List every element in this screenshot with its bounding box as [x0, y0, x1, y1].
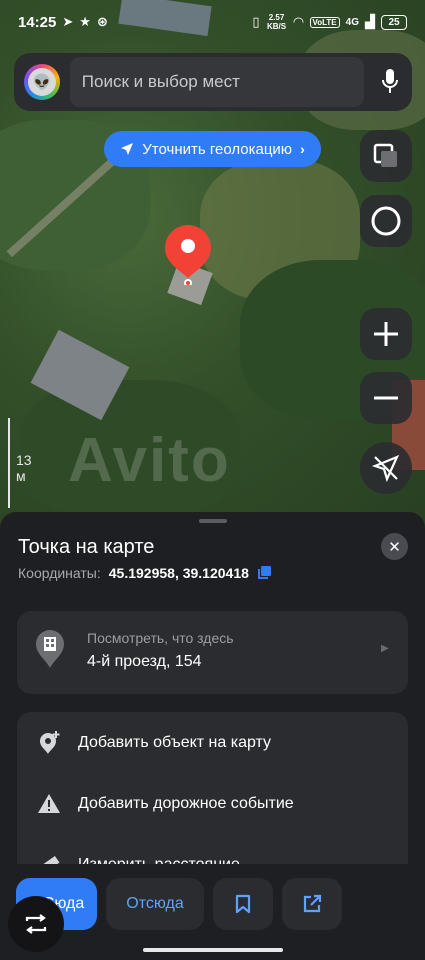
net-speed: 2.57 KB/S — [266, 13, 287, 31]
building-pin-icon — [36, 630, 64, 668]
alice-assistant-button[interactable] — [360, 195, 412, 247]
whats-here-label: Посмотреть, что здесь — [87, 630, 234, 646]
home-indicator[interactable] — [143, 948, 283, 952]
bookmark-button[interactable] — [213, 878, 273, 930]
signal-4g: 4G — [345, 16, 359, 28]
add-road-event-item[interactable]: Добавить дорожное событие — [17, 774, 408, 834]
share-button[interactable] — [282, 878, 342, 930]
coordinates-row: Координаты: 45.192958, 39.120418 — [18, 565, 271, 581]
route-from-button[interactable]: Отсюда — [106, 878, 204, 930]
bookmark-icon — [235, 894, 251, 914]
location-off-icon — [372, 454, 400, 482]
star-icon: ★ — [79, 14, 91, 29]
search-input[interactable]: Поиск и выбор мест — [69, 57, 365, 107]
navigation-arrow-icon — [121, 143, 134, 155]
status-time: 14:25 — [18, 13, 57, 31]
microphone-icon[interactable] — [378, 67, 402, 97]
alice-icon — [371, 206, 401, 236]
refine-geolocation-button[interactable]: Уточнить геолокацию › — [104, 131, 321, 167]
map-point-pin[interactable] — [163, 223, 213, 287]
alien-avatar-icon: 👽 — [27, 68, 56, 96]
plus-icon — [374, 322, 398, 346]
wifi-icon: ◠ — [293, 14, 304, 29]
warning-icon — [38, 794, 60, 813]
search-bar[interactable]: 👽 Поиск и выбор мест — [14, 53, 412, 111]
close-button[interactable]: ✕ — [381, 533, 408, 560]
route-action-bar: Сюда Отсюда — [0, 864, 425, 960]
scale-label: 13 м — [16, 452, 32, 484]
sheet-title: Точка на карте — [18, 536, 155, 558]
vibrate-icon: ▯ — [252, 14, 260, 29]
coordinates-value[interactable]: 45.192958, 39.120418 — [109, 565, 249, 581]
coordinates-label: Координаты: — [18, 565, 101, 581]
avito-watermark: Avito — [68, 426, 231, 495]
repeat-icon — [25, 914, 47, 934]
volte-badge: VoLTE — [309, 16, 340, 28]
add-object-item[interactable]: Добавить объект на карту — [17, 713, 408, 773]
add-road-event-label: Добавить дорожное событие — [78, 795, 294, 812]
refine-geolocation-label: Уточнить геолокацию — [142, 140, 293, 158]
minus-icon — [374, 396, 398, 400]
swap-overlay-button[interactable] — [8, 896, 64, 952]
sheet-drag-handle[interactable] — [199, 519, 227, 523]
status-bar: 14:25 ➤ ★ ⊛ ▯ 2.57 KB/S ◠ VoLTE 4G ▟ 25 — [0, 0, 425, 44]
close-icon: ✕ — [388, 538, 401, 556]
app-notification-icon: ⊛ — [96, 14, 108, 29]
layers-icon — [373, 143, 397, 167]
share-icon — [303, 894, 322, 913]
whats-here-card[interactable]: Посмотреть, что здесь 4-й проезд, 154 ▶ — [17, 611, 408, 694]
zoom-out-button[interactable] — [360, 372, 412, 424]
chevron-right-icon: ▶ — [381, 643, 389, 654]
avatar[interactable]: 👽 — [24, 64, 60, 100]
map-pin-icon — [165, 225, 211, 287]
map-view[interactable]: Avito 14:25 ➤ ★ ⊛ ▯ 2.57 KB/S ◠ VoLTE 4G… — [0, 0, 425, 540]
address-text: 4-й проезд, 154 — [87, 653, 202, 670]
copy-icon[interactable] — [257, 566, 271, 580]
my-location-button[interactable] — [360, 442, 412, 494]
add-place-icon — [40, 731, 60, 754]
battery-icon: 25 — [381, 14, 407, 30]
route-from-label: Отсюда — [126, 895, 184, 912]
zoom-in-button[interactable] — [360, 308, 412, 360]
add-object-label: Добавить объект на карту — [78, 734, 272, 751]
signal-bars-icon: ▟ — [365, 14, 375, 29]
layers-button[interactable] — [360, 130, 412, 182]
chevron-right-icon: › — [300, 141, 305, 157]
battery-level: 25 — [388, 16, 400, 28]
telegram-icon: ➤ — [62, 14, 74, 29]
